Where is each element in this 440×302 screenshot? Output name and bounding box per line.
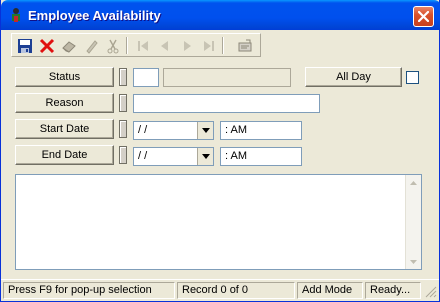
reason-marker [119, 94, 127, 112]
next-record-button[interactable] [176, 36, 197, 56]
chevron-down-icon [201, 128, 210, 133]
reason-button[interactable]: Reason [15, 93, 114, 113]
end-time-field[interactable]: : AM [220, 147, 302, 166]
toolbar-separator [222, 37, 224, 54]
status-bar: Press F9 for pop-up selection Record 0 o… [1, 279, 439, 300]
status-mode: Add Mode [297, 282, 363, 299]
status-button[interactable]: Status [15, 67, 114, 87]
all-day-button[interactable]: All Day [305, 67, 402, 87]
last-record-button[interactable] [198, 36, 219, 56]
next-record-icon [183, 41, 191, 51]
scroll-up-button[interactable] [406, 175, 421, 190]
status-hint: Press F9 for pop-up selection [3, 282, 175, 299]
eraser-button[interactable] [58, 36, 79, 56]
end-date-button[interactable]: End Date [15, 145, 114, 165]
start-date-dropdown-button[interactable] [197, 122, 213, 139]
chevron-up-icon [410, 180, 417, 185]
pencil-icon [85, 40, 98, 54]
scissors-icon [107, 39, 118, 54]
chevron-down-icon [410, 259, 417, 264]
close-icon [418, 11, 429, 22]
end-date-marker [119, 146, 127, 164]
first-record-button[interactable] [132, 36, 153, 56]
window-title: Employee Availability [28, 8, 161, 23]
start-time-field[interactable]: : AM [220, 121, 302, 140]
cut-button[interactable] [102, 36, 123, 56]
all-day-checkbox[interactable] [406, 71, 419, 84]
previous-record-button[interactable] [154, 36, 175, 56]
lookup-icon [238, 39, 251, 52]
resize-grip-icon[interactable] [425, 286, 437, 298]
floppy-disk-icon [17, 39, 32, 53]
status-state: Ready... [365, 282, 421, 299]
start-date-field[interactable]: / / [133, 121, 214, 140]
end-date-field[interactable]: / / [133, 147, 214, 166]
status-description-field [163, 68, 291, 87]
delete-button[interactable] [36, 36, 57, 56]
record-toolbar [11, 33, 261, 57]
previous-record-icon [160, 41, 168, 51]
title-bar[interactable]: Employee Availability [1, 0, 440, 30]
last-record-icon [203, 41, 214, 51]
end-date-value: / / [138, 150, 148, 162]
start-date-button[interactable]: Start Date [15, 119, 114, 139]
status-record-count: Record 0 of 0 [177, 282, 295, 299]
notes-textarea[interactable] [15, 174, 422, 270]
chevron-down-icon [201, 154, 210, 159]
reason-field[interactable] [133, 94, 320, 113]
eraser-icon [61, 41, 76, 53]
close-button[interactable] [413, 6, 434, 27]
status-code-field[interactable] [133, 68, 159, 87]
notes-scrollbar[interactable] [405, 175, 421, 269]
red-x-icon [39, 38, 54, 54]
start-date-value: / / [138, 124, 148, 136]
end-date-dropdown-button[interactable] [197, 148, 213, 165]
start-date-marker [119, 120, 127, 138]
edit-button[interactable] [80, 36, 101, 56]
lookup-button[interactable] [234, 36, 255, 56]
app-icon [8, 7, 24, 23]
status-marker [119, 68, 127, 86]
save-button[interactable] [14, 36, 35, 56]
toolbar-separator [126, 37, 128, 54]
employee-availability-window: Employee Availability Status All Day Rea… [0, 0, 440, 302]
scroll-down-button[interactable] [406, 254, 421, 269]
first-record-icon [137, 41, 148, 51]
